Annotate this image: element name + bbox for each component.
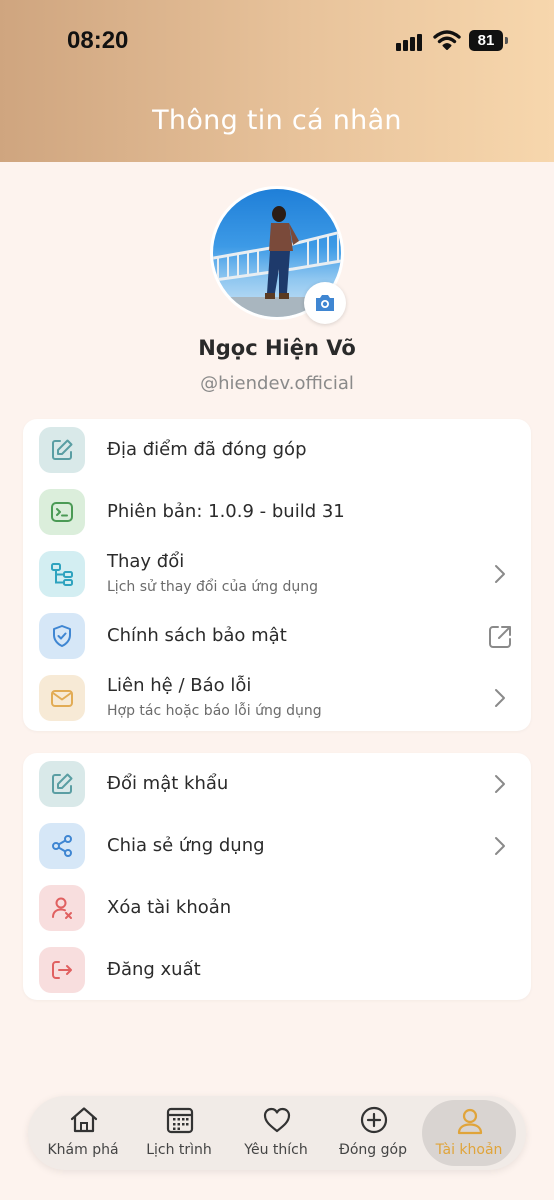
menu-icon-box (39, 885, 85, 931)
user-icon (457, 1108, 483, 1135)
menu-item-label: Thay đổi (107, 551, 185, 572)
home-icon (70, 1107, 98, 1133)
menu-item-contact[interactable]: Liên hệ / Báo lỗi Hợp tác hoặc báo lỗi ứ… (23, 667, 531, 729)
status-time: 08:20 (67, 27, 129, 54)
logout-icon (52, 961, 72, 979)
menu-item-share-app[interactable]: Chia sẻ ứng dụng (23, 815, 531, 877)
tab-label: Yêu thích (244, 1142, 308, 1158)
profile-name: Ngọc Hiện Võ (198, 336, 356, 360)
page-title: Thông tin cá nhân (152, 105, 402, 136)
chevron-right-icon (495, 689, 505, 707)
menu-item-logout[interactable]: Đăng xuất (23, 939, 531, 1001)
tree-icon (51, 563, 73, 586)
wifi-icon (433, 30, 461, 50)
menu-icon-box (39, 761, 85, 807)
tab-contribute[interactable]: Đóng góp (326, 1096, 420, 1170)
menu-item-label: Địa điểm đã đóng góp (107, 439, 307, 460)
bottom-tab-bar: Khám phá Lịch trình Yêu thích Đóng góp T… (28, 1096, 526, 1170)
menu-icon-box (39, 823, 85, 869)
mail-icon (51, 690, 73, 707)
terminal-icon (51, 502, 73, 522)
change-avatar-button[interactable] (304, 282, 346, 324)
menu-item-change-password[interactable]: Đổi mật khẩu (23, 753, 531, 815)
calendar-icon (166, 1107, 194, 1134)
menu-icon-box (39, 427, 85, 473)
status-bar: 08:20 81 (0, 0, 554, 80)
tab-favorites[interactable]: Yêu thích (229, 1096, 323, 1170)
menu-icon-box (39, 551, 85, 597)
menu-item-label: Đăng xuất (107, 959, 201, 980)
menu-icon-box (39, 489, 85, 535)
account-menu-card: Đổi mật khẩu Chia sẻ ứng dụng Xóa tài kh… (23, 753, 531, 1000)
camera-icon (316, 295, 334, 311)
menu-item-label: Chia sẻ ứng dụng (107, 835, 265, 856)
tab-account[interactable]: Tài khoản (422, 1100, 516, 1166)
tab-schedule[interactable]: Lịch trình (132, 1096, 226, 1170)
battery-indicator: 81 (469, 30, 508, 51)
menu-item-contributed-places[interactable]: Địa điểm đã đóng góp (23, 419, 531, 481)
chevron-right-icon (495, 837, 505, 855)
menu-item-changelog[interactable]: Thay đổi Lịch sử thay đổi của ứng dụng (23, 543, 531, 605)
chevron-right-icon (495, 565, 505, 583)
menu-item-subtitle: Hợp tác hoặc báo lỗi ứng dụng (107, 703, 322, 719)
profile-handle: @hiendev.official (200, 373, 354, 394)
tab-label: Khám phá (47, 1142, 119, 1158)
menu-item-version[interactable]: Phiên bản: 1.0.9 - build 31 (23, 481, 531, 543)
info-menu-card: Địa điểm đã đóng góp Phiên bản: 1.0.9 - … (23, 419, 531, 731)
menu-icon-box (39, 613, 85, 659)
edit-icon (52, 439, 73, 460)
shield-check-icon (53, 625, 71, 647)
menu-icon-box (39, 947, 85, 993)
share-icon (52, 835, 72, 857)
user-remove-icon (52, 897, 72, 919)
tab-label: Lịch trình (146, 1142, 212, 1158)
tab-explore[interactable]: Khám phá (36, 1096, 130, 1170)
edit-icon (52, 773, 73, 794)
menu-item-privacy-policy[interactable]: Chính sách bảo mật (23, 605, 531, 667)
menu-item-delete-account[interactable]: Xóa tài khoản (23, 877, 531, 939)
cellular-signal-icon (396, 31, 422, 51)
external-link-icon (489, 626, 511, 648)
menu-item-label: Chính sách bảo mật (107, 625, 287, 646)
heart-icon (263, 1107, 291, 1133)
menu-icon-box (39, 675, 85, 721)
plus-circle-icon (360, 1106, 388, 1134)
chevron-right-icon (495, 775, 505, 793)
tab-label: Đóng góp (339, 1142, 407, 1158)
menu-item-label: Đổi mật khẩu (107, 773, 229, 794)
menu-item-label: Liên hệ / Báo lỗi (107, 675, 252, 696)
menu-item-subtitle: Lịch sử thay đổi của ứng dụng (107, 579, 318, 595)
menu-item-label: Phiên bản: 1.0.9 - build 31 (107, 501, 345, 522)
menu-item-label: Xóa tài khoản (107, 897, 232, 918)
tab-label: Tài khoản (435, 1142, 503, 1158)
